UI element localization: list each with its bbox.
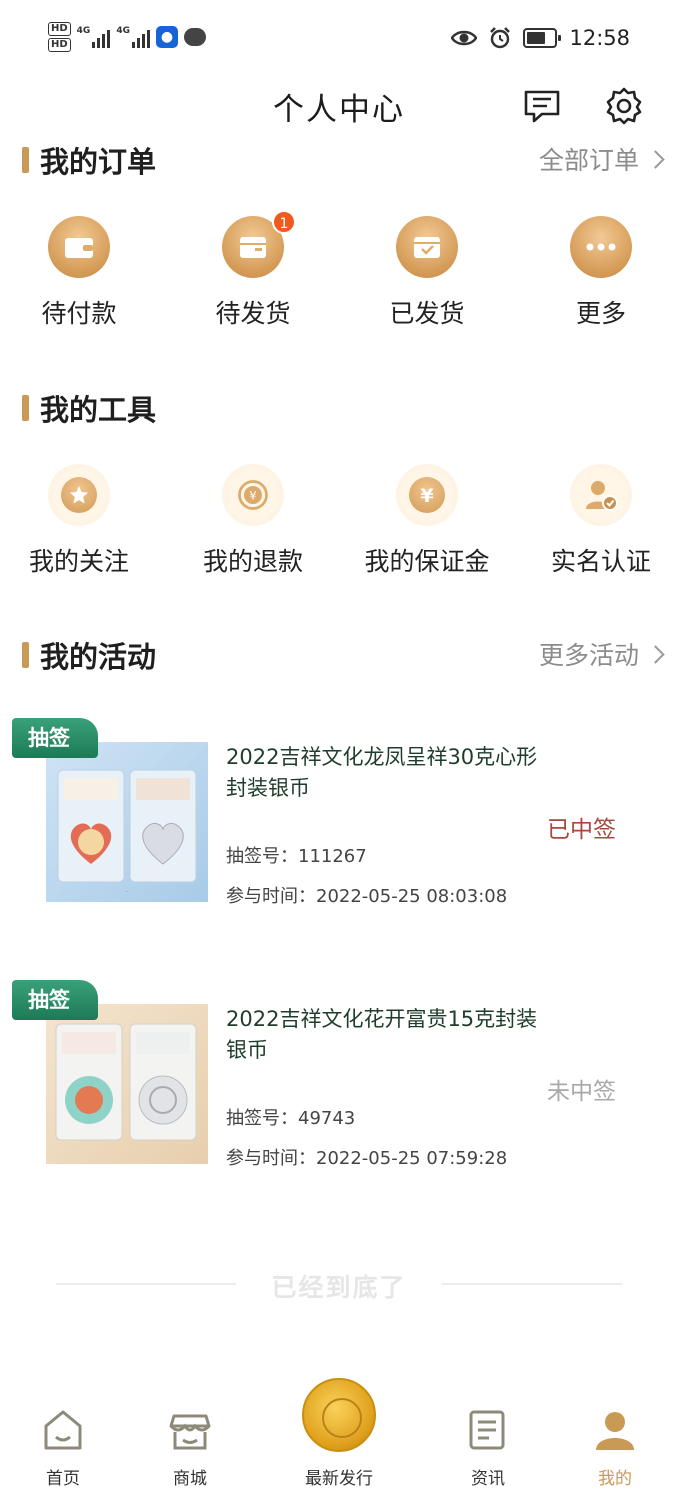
signal-icon: 4G <box>116 26 150 48</box>
tool-label: 我的关注 <box>28 547 129 576</box>
verify-user-icon <box>570 464 632 526</box>
participation-time-line: 参与时间：2022-05-25 08:03:08 <box>226 882 507 908</box>
activity-title: 2022吉祥文化龙凤呈祥30克心形封装银币 <box>226 745 538 800</box>
battery-icon <box>523 28 562 48</box>
lottery-status: 未中签 <box>547 1079 616 1105</box>
page-title: 个人中心 <box>273 92 405 128</box>
participation-time-label: 参与时间： <box>226 1148 316 1169</box>
svg-text:·: · <box>126 888 128 896</box>
coin-icon <box>302 1378 376 1452</box>
nav-label: 资讯 <box>471 1469 505 1489</box>
hd-indicator: HD <box>48 22 71 36</box>
box-icon: 1 <box>222 210 296 278</box>
lottery-number-line: 抽签号：49743 <box>226 1104 355 1130</box>
wallet-icon <box>48 216 110 278</box>
hd-indicator: HD <box>48 38 71 52</box>
tools-title: 我的工具 <box>40 393 157 427</box>
lottery-tag: 抽签 <box>12 980 98 1020</box>
participation-time: 2022-05-25 08:03:08 <box>316 886 508 907</box>
participation-time-label: 参与时间： <box>226 886 316 907</box>
nav-label: 我的 <box>598 1469 632 1489</box>
app-notification-icon: ● <box>155 26 178 48</box>
all-orders-link[interactable]: 全部订单 <box>538 141 665 177</box>
pending-shipment-badge: 1 <box>272 210 296 234</box>
tool-label: 我的退款 <box>202 547 303 576</box>
activities-section-header: 我的活动 更多活动 <box>22 634 665 674</box>
tool-verify[interactable]: 实名认证 <box>521 464 678 578</box>
more-activities-link[interactable]: 更多活动 <box>538 636 665 672</box>
order-label: 已发货 <box>389 299 465 328</box>
svg-text:¥: ¥ <box>249 489 256 503</box>
more-dots-icon <box>570 216 632 278</box>
order-label: 待发货 <box>215 299 291 328</box>
order-shipped[interactable]: 已发货 <box>347 216 507 330</box>
chevron-right-icon <box>646 644 665 664</box>
lottery-number: 49743 <box>298 1108 356 1129</box>
eye-comfort-icon <box>451 30 478 46</box>
tools-section-header: 我的工具 <box>22 387 662 427</box>
tool-following[interactable]: 我的关注 <box>0 464 159 578</box>
nav-label: 首页 <box>46 1469 80 1489</box>
order-pending-shipment[interactable]: 1 待发货 <box>173 210 333 330</box>
lottery-tag: 抽签 <box>12 718 98 758</box>
product-image: · <box>46 742 208 902</box>
section-accent-bar <box>22 395 29 421</box>
lottery-number: 111267 <box>298 846 367 867</box>
activity-card[interactable]: · 抽签 2022吉祥文化龙凤呈祥30克心形封装银币 抽签号：111267 参与… <box>0 718 678 918</box>
message-icon[interactable] <box>522 86 562 126</box>
svg-text:¥: ¥ <box>420 485 433 507</box>
orders-title: 我的订单 <box>40 145 157 179</box>
store-icon <box>169 1414 211 1450</box>
end-of-list-text: 已经到底了 <box>271 1273 407 1302</box>
news-icon <box>469 1410 505 1450</box>
order-pending-payment[interactable]: 待付款 <box>0 216 159 330</box>
profile-icon <box>596 1412 634 1450</box>
lottery-number-line: 抽签号：111267 <box>226 842 367 868</box>
more-activities-label: 更多活动 <box>538 641 639 670</box>
bottom-navigation: 首页 商城 最新发行 资讯 我的 <box>0 1378 678 1500</box>
shipped-box-icon <box>396 216 458 278</box>
lottery-number-label: 抽签号： <box>226 1108 298 1129</box>
participation-time-line: 参与时间：2022-05-25 07:59:28 <box>226 1144 507 1170</box>
section-accent-bar <box>22 147 29 173</box>
nav-label: 商城 <box>173 1469 207 1489</box>
refund-icon: ¥ <box>222 464 284 526</box>
home-icon <box>44 1410 82 1450</box>
message-notification-icon <box>183 28 206 46</box>
activity-card[interactable]: 抽签 2022吉祥文化花开富贵15克封装银币 抽签号：49743 参与时间：20… <box>0 980 678 1180</box>
tool-refund[interactable]: ¥ 我的退款 <box>173 464 333 578</box>
order-label: 待付款 <box>41 299 117 328</box>
nav-label: 最新发行 <box>305 1469 373 1489</box>
deposit-icon: ¥ <box>396 464 458 526</box>
chevron-right-icon <box>646 149 665 169</box>
activity-title: 2022吉祥文化花开富贵15克封装银币 <box>226 1007 538 1062</box>
order-more[interactable]: 更多 <box>521 216 678 330</box>
tool-deposit[interactable]: ¥ 我的保证金 <box>347 464 507 578</box>
signal-icon: 4G <box>77 26 111 48</box>
activities-title: 我的活动 <box>40 640 157 674</box>
participation-time: 2022-05-25 07:59:28 <box>316 1148 508 1169</box>
tool-label: 实名认证 <box>550 547 651 576</box>
star-icon <box>48 464 110 526</box>
settings-gear-icon[interactable] <box>604 86 644 126</box>
section-accent-bar <box>22 642 29 668</box>
clock: 12:58 <box>569 26 630 50</box>
tool-label: 我的保证金 <box>364 547 490 576</box>
all-orders-label: 全部订单 <box>538 146 639 175</box>
product-image <box>46 1004 208 1164</box>
lottery-status: 已中签 <box>547 817 616 843</box>
status-bar: HD HD 4G 4G ● 12:58 <box>0 0 678 80</box>
order-label: 更多 <box>575 299 626 328</box>
orders-section-header: 我的订单 全部订单 <box>22 139 665 179</box>
lottery-number-label: 抽签号： <box>226 846 298 867</box>
end-of-list-divider: 已经到底了 <box>56 1268 622 1302</box>
alarm-icon <box>490 27 511 49</box>
